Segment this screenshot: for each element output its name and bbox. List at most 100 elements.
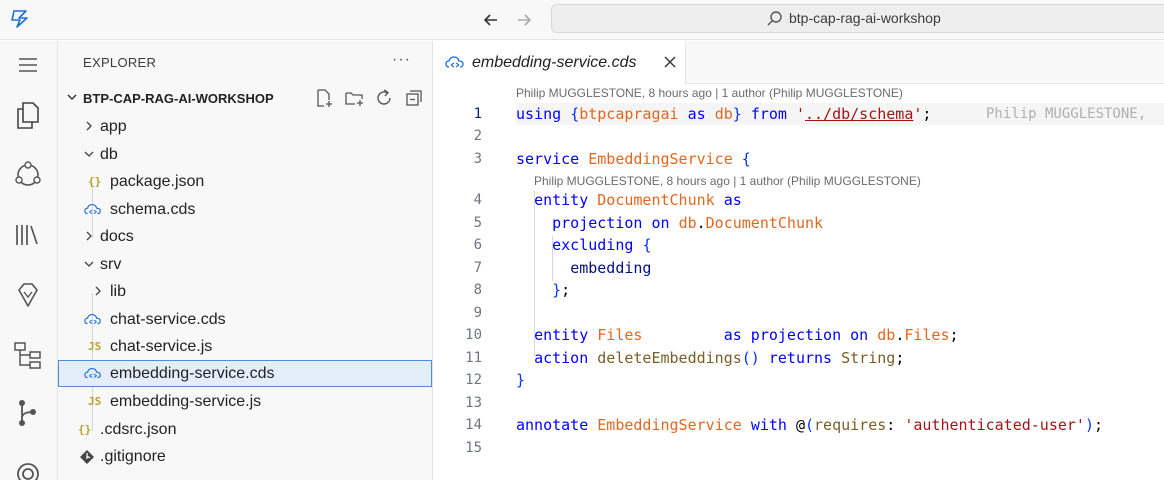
code-token: embedding	[570, 259, 652, 277]
tree-item-label: embedding-service.js	[110, 393, 262, 410]
tree-item-chat-service-cds[interactable]: chat-service.cds	[58, 306, 432, 333]
code-token: excluding	[552, 236, 634, 254]
tree-item-chat-service-js[interactable]: JS chat-service.js	[58, 333, 432, 360]
line-number: 5	[473, 215, 482, 231]
tree-item-embedding-service-js[interactable]: JS embedding-service.js	[58, 388, 432, 415]
code-token: (	[805, 416, 815, 434]
js-file-icon: JS	[88, 340, 102, 353]
code-token: db	[678, 214, 697, 232]
code-token: returns	[768, 349, 833, 367]
tree-item-cdsrc-json[interactable]: {} .cdsrc.json	[58, 416, 432, 443]
diamond-icon[interactable]	[12, 279, 44, 311]
code-line-11[interactable]: action deleteEmbeddings() returns String…	[516, 349, 904, 367]
code-line-12[interactable]: }	[516, 371, 525, 389]
code-token: EmbeddingService	[588, 150, 733, 168]
line-number: 14	[465, 417, 482, 433]
code-line-4[interactable]: entity DocumentChunk as	[516, 191, 742, 209]
chevron-right-icon	[95, 286, 101, 296]
code-token: with	[750, 416, 787, 434]
search-icon	[767, 11, 782, 26]
code-line-1[interactable]: using {btpcapragai as db} from '../db/sc…	[516, 105, 931, 123]
library-icon[interactable]	[12, 219, 44, 251]
tree-item-label: embedding-service.cds	[110, 365, 275, 382]
collapse-all-icon[interactable]	[404, 88, 424, 108]
new-folder-icon[interactable]	[344, 88, 364, 108]
cds-file-icon	[84, 204, 101, 215]
chevron-down-icon	[84, 151, 94, 157]
menu-icon[interactable]	[12, 49, 44, 81]
code-line-7[interactable]: embedding	[516, 259, 651, 277]
tree-item-app[interactable]: app	[58, 113, 432, 140]
new-file-icon[interactable]	[314, 88, 334, 108]
code-line-10[interactable]: entity Files as projection on db.Files;	[516, 326, 958, 344]
tree-item-label: db	[100, 146, 118, 163]
code-line-14[interactable]: annotate EmbeddingService with @(require…	[516, 416, 1103, 434]
git-blame-annotation[interactable]: Philip MUGGLESTONE, 8 hours ago | 1 auth…	[534, 174, 921, 188]
chevron-right-icon	[86, 121, 92, 131]
code-token: deleteEmbeddings	[597, 349, 742, 367]
git-blame-annotation[interactable]: Philip MUGGLESTONE, 8 hours ago | 1 auth…	[516, 86, 903, 100]
structure-icon[interactable]	[12, 339, 44, 371]
tree-item-schema-cds[interactable]: schema.cds	[58, 196, 432, 223]
activity-bar	[0, 41, 58, 480]
json-file-icon: {}	[78, 423, 92, 436]
tab-label: embedding-service.cds	[472, 54, 637, 71]
code-token: annotate	[516, 416, 589, 434]
close-icon[interactable]	[662, 54, 678, 70]
source-control-icon[interactable]	[12, 159, 44, 191]
workspace-title: BTP-CAP-RAG-AI-WORKSHOP	[83, 91, 274, 106]
code-token: as	[687, 105, 706, 123]
code-token: from	[750, 105, 787, 123]
refresh-icon[interactable]	[374, 88, 394, 108]
tree-item-label: app	[100, 118, 127, 135]
line-number: 15	[465, 440, 482, 456]
forward-arrow-icon[interactable]	[513, 9, 535, 31]
code-token: entity	[534, 326, 589, 344]
code-token: DocumentChunk	[597, 191, 715, 209]
cds-file-icon	[84, 368, 101, 379]
tree-item-package-json[interactable]: {} package.json	[58, 168, 432, 195]
tree-item-label: chat-service.cds	[110, 311, 226, 328]
editor-area: embedding-service.cds Philip MUGGLESTONE…	[434, 41, 1164, 480]
tree-item-label: schema.cds	[110, 201, 196, 218]
tree-item-embedding-service-cds[interactable]: embedding-service.cds	[58, 360, 432, 387]
code-token: )	[1084, 416, 1094, 434]
code-token: requires	[814, 416, 887, 434]
line-number: 6	[473, 237, 482, 253]
explorer-icon[interactable]	[12, 99, 44, 131]
code-token: EmbeddingService	[597, 416, 742, 434]
explorer-sidebar: EXPLORER ··· BTP-CAP-RAG-AI-WORKSHOP app…	[58, 41, 433, 480]
title-bar: btp-cap-rag-ai-workshop	[0, 0, 1164, 40]
git-graph-icon[interactable]	[12, 397, 44, 429]
back-arrow-icon[interactable]	[480, 9, 502, 31]
line-number: 3	[473, 151, 482, 167]
line-number: 1	[473, 106, 482, 122]
code-line-8[interactable]: };	[516, 281, 570, 299]
tree-item-label: package.json	[110, 173, 205, 190]
tree-item-docs[interactable]: docs	[58, 223, 432, 250]
code-token: {	[642, 236, 652, 254]
code-line-6[interactable]: excluding {	[516, 236, 651, 254]
tree-item-gitignore[interactable]: .gitignore	[58, 443, 432, 470]
code-token: {	[570, 105, 580, 123]
tree-item-lib[interactable]: lib	[58, 278, 432, 305]
tree-item-label: lib	[110, 283, 127, 300]
tree-item-srv[interactable]: srv	[58, 251, 432, 278]
code-line-5[interactable]: projection on db.DocumentChunk	[516, 214, 823, 232]
remote-icon[interactable]	[12, 453, 44, 480]
tree-item-label: .gitignore	[100, 448, 166, 465]
workspace-header[interactable]: BTP-CAP-RAG-AI-WORKSHOP	[58, 87, 432, 109]
tree-item-db[interactable]: db	[58, 141, 432, 168]
more-actions-icon[interactable]: ···	[392, 51, 411, 69]
tab-embedding-service-cds[interactable]: embedding-service.cds	[434, 41, 686, 85]
tree-item-label: srv	[100, 256, 122, 273]
code-token: as projection on	[723, 326, 869, 344]
git-file-icon	[80, 450, 94, 464]
search-text[interactable]: btp-cap-rag-ai-workshop	[789, 10, 941, 26]
code-token: action	[534, 349, 589, 367]
code-token: ()	[741, 349, 760, 367]
code-token: projection on	[552, 214, 670, 232]
tree-item-label: .cdsrc.json	[100, 421, 177, 438]
code-line-3[interactable]: service EmbeddingService {	[516, 150, 751, 168]
code-token: }	[552, 281, 562, 299]
